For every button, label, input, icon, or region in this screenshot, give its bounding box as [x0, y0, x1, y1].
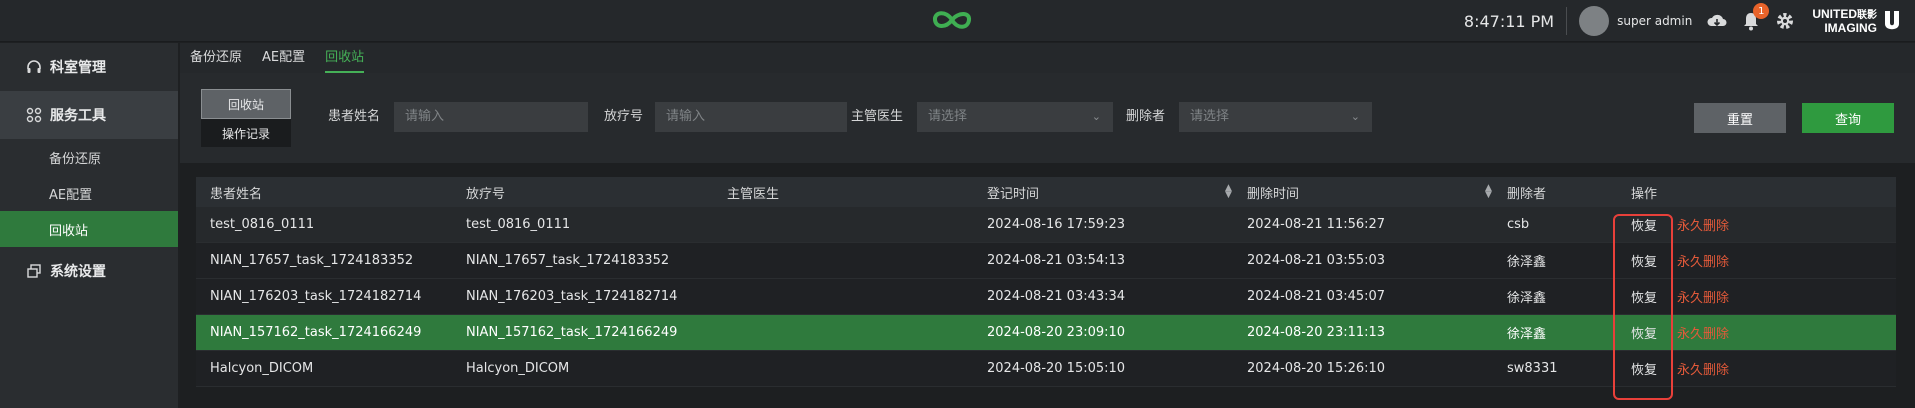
cell-register-time: 2024-08-21 03:43:34 [987, 289, 1126, 304]
avatar[interactable] [1579, 6, 1610, 36]
cell-register-time: 2024-08-21 03:54:13 [987, 253, 1126, 268]
cell-register-time: 2024-08-20 23:09:10 [987, 325, 1126, 340]
col-delete-time: 删除时间 [1247, 186, 1300, 202]
united-imaging-logo-icon [1885, 11, 1899, 30]
col-actions: 操作 [1631, 186, 1658, 202]
cell-patient-name: Halcyon_DICOM [210, 361, 314, 376]
cell-register-time: 2024-08-16 17:59:23 [987, 217, 1126, 232]
filter-bar: 回收站 操作记录 患者姓名 请输入 放疗号 请输入 主管医生 请选择 ⌄ 删除者 … [180, 73, 1915, 163]
cell-deleted-by: 徐泽鑫 [1507, 291, 1547, 306]
headset-icon [27, 60, 41, 73]
doctor-label: 主管医生 [851, 109, 904, 124]
view-toggle: 回收站 操作记录 [201, 89, 291, 147]
bell-icon[interactable]: 1 [1740, 3, 1770, 32]
cell-delete-time: 2024-08-21 03:45:07 [1247, 289, 1386, 304]
clock-time: 8:47:11 PM [1463, 11, 1555, 31]
cell-delete-time: 2024-08-21 03:55:03 [1247, 253, 1386, 268]
treatment-no-input[interactable]: 请输入 [655, 102, 847, 132]
patient-name-placeholder: 请输入 [405, 109, 445, 124]
cell-treatment-no: NIAN_176203_task_1724182714 [466, 289, 678, 304]
brand-line2: IMAGING [1824, 21, 1877, 35]
col-deleted-by: 删除者 [1507, 186, 1547, 202]
permanent-delete-button[interactable]: 永久删除 [1677, 215, 1729, 234]
deleter-placeholder: 请选择 [1190, 109, 1230, 124]
tab-recycle-bin[interactable]: 回收站 [325, 43, 365, 73]
cell-register-time: 2024-08-20 15:05:10 [987, 361, 1126, 376]
cell-treatment-no: NIAN_17657_task_1724183352 [466, 253, 670, 268]
treatment-no-label: 放疗号 [604, 109, 644, 124]
tab-backup-restore[interactable]: 备份还原 [190, 43, 242, 73]
deleter-label: 删除者 [1126, 109, 1166, 124]
grid-icon [26, 107, 42, 123]
sort-icon[interactable]: ▲ ▼ [1225, 184, 1232, 200]
patient-name-label: 患者姓名 [328, 109, 381, 124]
cell-patient-name: test_0816_0111 [210, 217, 315, 232]
sidebar-item-dept-management[interactable]: 科室管理 [0, 43, 178, 91]
cell-treatment-no: test_0816_0111 [466, 217, 571, 232]
col-patient-name: 患者姓名 [210, 186, 263, 202]
chevron-down-icon: ⌄ [1091, 110, 1101, 123]
permanent-delete-button[interactable]: 永久删除 [1677, 359, 1729, 378]
highlight-box [1613, 214, 1673, 400]
col-register-time: 登记时间 [987, 186, 1040, 202]
cell-patient-name: NIAN_176203_task_1724182714 [210, 289, 422, 304]
treatment-no-placeholder: 请输入 [666, 109, 706, 124]
cell-patient-name: NIAN_157162_task_1724166249 [210, 325, 422, 340]
col-treatment-no: 放疗号 [466, 186, 506, 202]
cell-patient-name: NIAN_17657_task_1724183352 [210, 253, 414, 268]
cell-deleted-by: 徐泽鑫 [1507, 327, 1547, 342]
sidebar-item-system-settings[interactable]: 系统设置 [0, 247, 178, 295]
gear-icon[interactable] [1774, 10, 1796, 32]
sidebar: 科室管理 服务工具 备份还原 AE配置 回收站 系统设置 [0, 43, 178, 408]
permanent-delete-button[interactable]: 永久删除 [1677, 287, 1729, 306]
permanent-delete-button[interactable]: 永久删除 [1677, 323, 1729, 342]
cloud-download-icon[interactable] [1706, 10, 1728, 32]
table-header: 患者姓名 放疗号 主管医生 登记时间 ▲ ▼ 删除时间 ▲ ▼ 删除者 操作 [196, 177, 1896, 207]
toggle-operation-log[interactable]: 操作记录 [201, 119, 291, 147]
doctor-placeholder: 请选择 [928, 109, 968, 124]
sidebar-item-label: 科室管理 [50, 60, 106, 76]
brand-logo: UNITED联影 IMAGING [1812, 8, 1901, 34]
infinity-logo-icon [933, 11, 971, 29]
header-divider [1566, 7, 1568, 35]
col-doctor: 主管医生 [727, 186, 780, 202]
query-button[interactable]: 查询 [1802, 103, 1894, 133]
notification-badge: 1 [1753, 3, 1770, 19]
doctor-select[interactable]: 请选择 ⌄ [917, 102, 1113, 132]
sort-icon[interactable]: ▲ ▼ [1485, 184, 1492, 200]
cell-delete-time: 2024-08-20 23:11:13 [1247, 325, 1386, 340]
patient-name-input[interactable]: 请输入 [394, 102, 588, 132]
deleter-select[interactable]: 请选择 ⌄ [1179, 102, 1372, 132]
cell-deleted-by: csb [1507, 217, 1530, 232]
permanent-delete-button[interactable]: 永久删除 [1677, 251, 1729, 270]
top-header: 8:47:11 PM super admin 1 UNITED联影 IMAGIN… [0, 0, 1915, 42]
cell-delete-time: 2024-08-20 15:26:10 [1247, 361, 1386, 376]
cell-treatment-no: Halcyon_DICOM [466, 361, 570, 376]
cell-delete-time: 2024-08-21 11:56:27 [1247, 217, 1386, 232]
reset-button[interactable]: 重置 [1694, 103, 1786, 133]
sidebar-item-label: 服务工具 [50, 108, 106, 124]
chevron-down-icon: ⌄ [1350, 110, 1360, 123]
cell-deleted-by: 徐泽鑫 [1507, 255, 1547, 270]
cell-treatment-no: NIAN_157162_task_1724166249 [466, 325, 678, 340]
sidebar-item-label: 系统设置 [50, 264, 106, 280]
sub-tabs: 备份还原 AE配置 回收站 [180, 43, 1915, 73]
username[interactable]: super admin [1617, 14, 1692, 28]
brand-line1-cn: 联影 [1857, 10, 1877, 21]
sidebar-item-service-tools[interactable]: 服务工具 [0, 91, 178, 139]
toggle-recycle-bin[interactable]: 回收站 [201, 89, 291, 119]
brand-line1: UNITED [1812, 7, 1857, 21]
window-icon [27, 264, 41, 278]
tab-ae-config[interactable]: AE配置 [262, 43, 305, 73]
sidebar-subitem-backup-restore[interactable]: 备份还原 [0, 139, 178, 175]
sidebar-subitem-recycle-bin[interactable]: 回收站 [0, 211, 178, 247]
cell-deleted-by: sw8331 [1507, 361, 1558, 376]
sidebar-subitem-ae-config[interactable]: AE配置 [0, 175, 178, 211]
